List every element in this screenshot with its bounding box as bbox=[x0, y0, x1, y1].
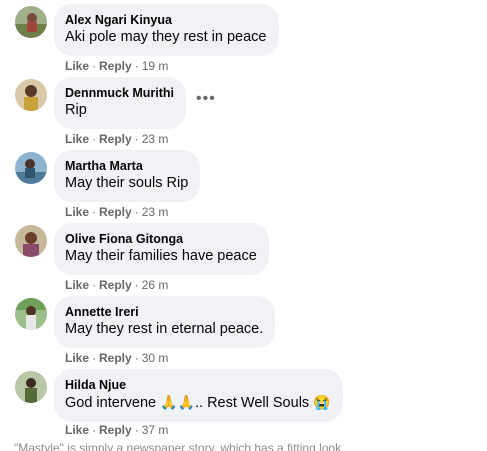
comment-item: Olive Fiona Gitonga May their families h… bbox=[0, 223, 487, 296]
comment-actions: Like · Reply · 37 m bbox=[65, 422, 168, 438]
comment-bubble: Martha Marta May their souls Rip bbox=[54, 150, 201, 202]
separator: · bbox=[92, 59, 97, 73]
comment-bubble: Hilda Njue God intervene 🙏🙏.. Rest Well … bbox=[54, 369, 343, 422]
comment-actions: Like · Reply · 26 m bbox=[65, 277, 168, 293]
comment-item: Hilda Njue God intervene 🙏🙏.. Rest Well … bbox=[0, 369, 487, 442]
comment-actions: Like · Reply · 30 m bbox=[65, 350, 168, 366]
reply-button[interactable]: Reply bbox=[99, 278, 132, 292]
avatar[interactable] bbox=[15, 6, 47, 38]
comment-author[interactable]: Olive Fiona Gitonga bbox=[65, 231, 257, 247]
separator: · bbox=[92, 132, 97, 146]
comment-timestamp[interactable]: 19 m bbox=[142, 59, 169, 73]
like-button[interactable]: Like bbox=[65, 59, 89, 73]
separator: · bbox=[134, 132, 139, 146]
separator: · bbox=[134, 278, 139, 292]
comment-text: May their families have peace bbox=[65, 248, 257, 264]
avatar[interactable] bbox=[15, 79, 47, 111]
comment-text-part: .. Rest Well Souls bbox=[195, 395, 314, 411]
comment-actions: Like · Reply · 23 m bbox=[65, 204, 168, 220]
separator: · bbox=[134, 205, 139, 219]
comment-bubble: Annette Ireri May they rest in eternal p… bbox=[54, 296, 276, 348]
comment-item: Annette Ireri May they rest in eternal p… bbox=[0, 296, 487, 369]
comment-bubble: Olive Fiona Gitonga May their families h… bbox=[54, 223, 269, 275]
separator: · bbox=[134, 423, 139, 437]
comment-author[interactable]: Hilda Njue bbox=[65, 377, 331, 393]
comment-text: Rip bbox=[65, 102, 87, 118]
comment-item: Dennmuck Murithi Rip ••• Like · Reply · 23 m bbox=[0, 77, 487, 150]
like-button[interactable]: Like bbox=[65, 278, 89, 292]
avatar[interactable] bbox=[15, 371, 47, 403]
reply-button[interactable]: Reply bbox=[99, 205, 132, 219]
comment-text: May their souls Rip bbox=[65, 175, 189, 191]
avatar[interactable] bbox=[15, 152, 47, 184]
separator: · bbox=[92, 423, 97, 437]
truncated-text-line: "Mastyle" is simply a newspaper story, w… bbox=[14, 441, 342, 451]
like-button[interactable]: Like bbox=[65, 205, 89, 219]
reply-button[interactable]: Reply bbox=[99, 351, 132, 365]
avatar[interactable] bbox=[15, 225, 47, 257]
comment-text: God intervene 🙏🙏.. Rest Well Souls 😭 bbox=[65, 393, 331, 413]
comment-author[interactable]: Annette Ireri bbox=[65, 304, 263, 320]
comment-author[interactable]: Alex Ngari Kinyua bbox=[65, 12, 267, 28]
comment-bubble: Alex Ngari Kinyua Aki pole may they rest… bbox=[54, 4, 279, 56]
comment-timestamp[interactable]: 26 m bbox=[142, 278, 169, 292]
comment-item: Martha Marta May their souls Rip Like · Re… bbox=[0, 150, 487, 223]
crying-face-emoji-icon: 😭 bbox=[313, 394, 331, 410]
avatar[interactable] bbox=[15, 298, 47, 330]
comment-timestamp[interactable]: 23 m bbox=[142, 205, 169, 219]
reply-button[interactable]: Reply bbox=[99, 423, 132, 437]
separator: · bbox=[134, 351, 139, 365]
comment-timestamp[interactable]: 37 m bbox=[142, 423, 169, 437]
separator: · bbox=[92, 205, 97, 219]
like-button[interactable]: Like bbox=[65, 423, 89, 437]
reply-button[interactable]: Reply bbox=[99, 132, 132, 146]
comment-bubble: Dennmuck Murithi Rip bbox=[54, 77, 187, 129]
comment-actions: Like · Reply · 23 m bbox=[65, 131, 168, 147]
like-button[interactable]: Like bbox=[65, 132, 89, 146]
separator: · bbox=[134, 59, 139, 73]
comment-author[interactable]: Dennmuck Murithi bbox=[65, 85, 174, 101]
comment-author[interactable]: Martha Marta bbox=[65, 158, 188, 174]
more-options-icon[interactable]: ••• bbox=[196, 91, 216, 107]
folded-hands-emoji-icon: 🙏🙏 bbox=[160, 394, 195, 410]
reply-button[interactable]: Reply bbox=[99, 59, 132, 73]
separator: · bbox=[92, 351, 97, 365]
comment-text-part: God intervene bbox=[65, 395, 161, 411]
comment-timestamp[interactable]: 23 m bbox=[142, 132, 169, 146]
comment-text: Aki pole may they rest in peace bbox=[65, 29, 267, 45]
comment-timestamp[interactable]: 30 m bbox=[142, 351, 169, 365]
comment-item: Alex Ngari Kinyua Aki pole may they rest… bbox=[0, 4, 487, 77]
comment-text: May they rest in eternal peace. bbox=[65, 321, 264, 337]
like-button[interactable]: Like bbox=[65, 351, 89, 365]
separator: · bbox=[92, 278, 97, 292]
comment-actions: Like · Reply · 19 m bbox=[65, 58, 168, 74]
